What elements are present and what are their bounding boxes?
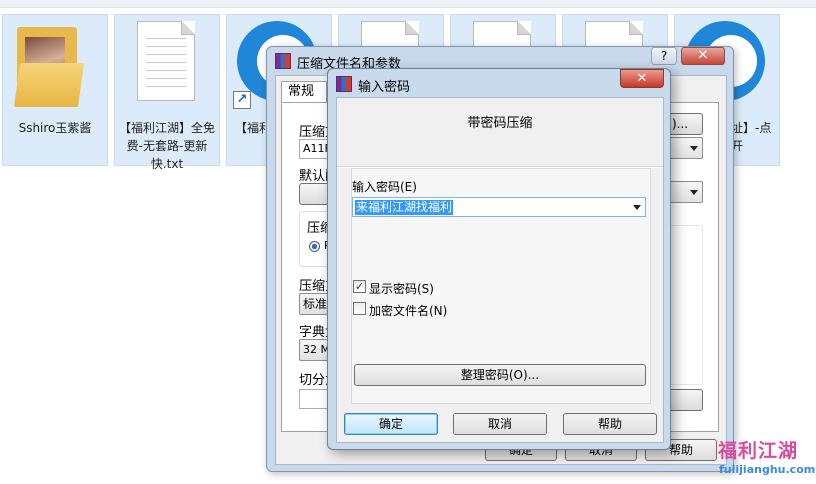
chevron-down-icon[interactable]	[633, 205, 641, 210]
title-help-button[interactable]: ?	[651, 47, 677, 65]
help-button[interactable]: 帮助	[563, 413, 657, 435]
close-button[interactable]: ✕	[620, 69, 664, 88]
file-item[interactable]: 【福利江湖】全免费-无套路-更新快.txt	[114, 14, 220, 171]
window-top-strip	[0, 0, 816, 8]
winrar-icon	[275, 53, 291, 69]
tab-general[interactable]: 常规	[281, 81, 327, 103]
cancel-button[interactable]: 取消	[453, 413, 547, 435]
shortcut-arrow-icon: ↗	[233, 91, 251, 109]
dialog-heading: 带密码压缩	[467, 116, 533, 131]
encrypt-names-label: 加密文件名(N)	[369, 304, 448, 318]
text-document-icon	[137, 21, 195, 101]
winrar-icon	[336, 76, 352, 92]
show-password-checkbox[interactable]: ✓	[353, 280, 366, 293]
password-label: 输入密码(E)	[352, 180, 417, 194]
enter-password-dialog: 输入密码 ✕ 带密码压缩 输入密码(E) 来福利江湖找福利 ✓ 显示密码(S) …	[327, 68, 671, 450]
checkmark-icon: ✓	[354, 280, 365, 293]
show-password-label: 显示密码(S)	[369, 282, 434, 296]
file-label: 址】-点开	[731, 121, 772, 153]
close-button[interactable]: ✕	[681, 47, 725, 65]
chevron-down-icon	[690, 146, 698, 151]
dialog-title: 输入密码	[358, 80, 411, 95]
dialog-body: 带密码压缩	[336, 97, 664, 443]
encrypt-names-checkbox[interactable]	[353, 302, 366, 315]
watermark-logo: 福利江湖	[718, 440, 799, 462]
organize-passwords-button[interactable]: 整理密码(O)...	[354, 364, 646, 386]
format-radio[interactable]	[309, 241, 320, 252]
password-value: 来福利江湖找福利	[355, 200, 454, 215]
password-input[interactable]: 来福利江湖找福利	[352, 197, 646, 217]
file-label: Sshiro玉紫酱	[18, 121, 92, 135]
ok-button[interactable]: 确定	[344, 413, 438, 435]
file-item[interactable]: Sshiro玉紫酱	[2, 14, 108, 166]
watermark-url: fulijianghu.com	[719, 463, 816, 476]
file-label: 【福利江湖】全免费-无套路-更新快.txt	[119, 121, 216, 171]
chevron-down-icon	[690, 190, 698, 195]
